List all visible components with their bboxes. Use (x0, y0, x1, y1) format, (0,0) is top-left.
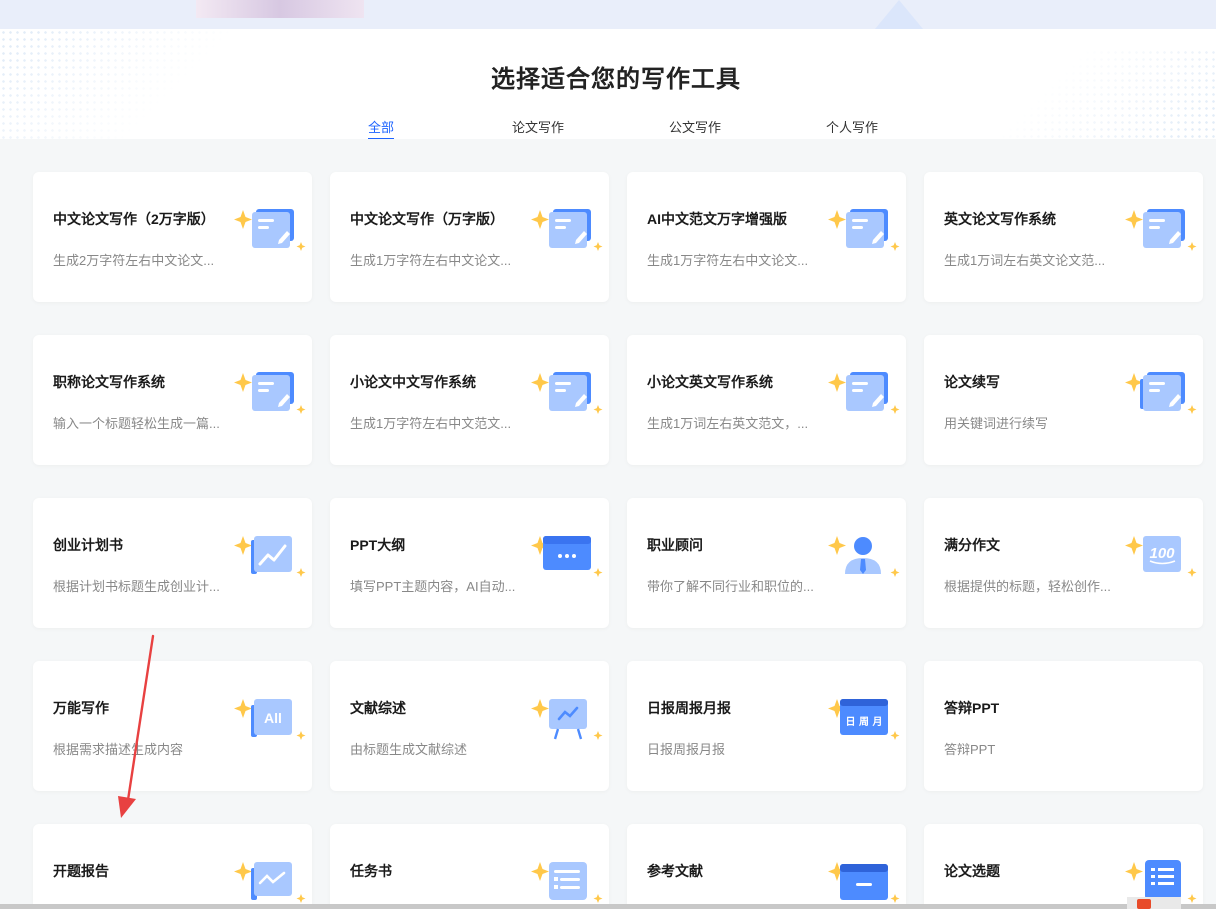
tool-card-description: 生成1万字符左右中文论文... (647, 253, 809, 268)
tool-card[interactable]: 万能写作根据需求描述生成内容 All (33, 661, 312, 791)
tool-card[interactable]: 职称论文写作系统输入一个标题轻松生成一篇... (33, 335, 312, 465)
tool-card[interactable]: 英文论文写作系统生成1万词左右英文论文范... (924, 172, 1203, 302)
score-100-icon: 100 (1092, 530, 1202, 580)
tool-card-title: 日报周报月报 (647, 700, 731, 716)
tool-card[interactable]: 文献综述由标题生成文献综述 (330, 661, 609, 791)
notebook-pen-icon (1092, 367, 1202, 417)
tool-card-description: 生成2万字符左右中文论文... (53, 253, 215, 268)
tab-thesis-writing[interactable]: 论文写作 (512, 117, 564, 136)
tool-card-title: 论文选题 (944, 863, 1000, 879)
tool-card-title: 满分作文 (944, 537, 1000, 553)
tool-card[interactable]: 中文论文写作（万字版） 生成1万字符左右中文论文... (330, 172, 609, 302)
tool-card[interactable]: 创业计划书根据计划书标题生成创业计... (33, 498, 312, 628)
tool-card-description: 带你了解不同行业和职位的... (647, 579, 814, 594)
slides-icon (498, 530, 608, 580)
checklist-icon (498, 856, 608, 906)
tool-card-description: 日报周报月报 (647, 742, 726, 757)
tool-card-title: 中文论文写作（2万字版） (53, 211, 215, 227)
corner-widget (1127, 897, 1181, 909)
tool-card-title: 职业顾问 (647, 537, 703, 553)
tool-card-title: 答辩PPT (944, 700, 1000, 716)
tool-card-title: 文献综述 (350, 700, 406, 716)
tool-card-description: 根据提供的标题，轻松创作... (944, 579, 1111, 594)
tool-card-title: 英文论文写作系统 (944, 211, 1056, 227)
doc-pen-icon (795, 367, 905, 417)
report-chart-icon (201, 856, 311, 906)
tool-card-title: 小论文英文写作系统 (647, 374, 773, 390)
tool-card-description: 输入一个标题轻松生成一篇... (53, 416, 220, 431)
tool-card[interactable]: AI中文范文万字增强版生成1万字符左右中文论文... (627, 172, 906, 302)
tool-card-description: 根据计划书标题生成创业计... (53, 579, 220, 594)
tool-card[interactable]: 中文论文写作（2万字版） 生成2万字符左右中文论文... (33, 172, 312, 302)
tool-card[interactable]: 日报周报月报 日报周报月报日 周 月 (627, 661, 906, 791)
trend-chart-icon (201, 530, 311, 580)
tool-card-description: 由标题生成文献综述 (350, 742, 468, 757)
tab-personal-writing[interactable]: 个人写作 (826, 117, 878, 136)
doc-pen-icon (795, 204, 905, 254)
tool-card[interactable]: 任务书 (330, 824, 609, 909)
all-badge-icon: All (201, 693, 311, 743)
tab-all[interactable]: 全部 (368, 117, 395, 139)
top-banner (0, 0, 1216, 29)
tool-card-title: 任务书 (350, 863, 392, 879)
tool-card-description: 生成1万字符左右中文范文... (350, 416, 512, 431)
doc-pen-icon (498, 204, 608, 254)
svg-text:100: 100 (1149, 545, 1175, 562)
banner-decoration (875, 0, 923, 29)
doc-pen-icon (498, 367, 608, 417)
svg-text:All: All (264, 710, 282, 726)
tool-card-title: PPT大纲 (350, 537, 406, 553)
calendar-icon: 日 周 月 (795, 693, 905, 743)
tool-card-title: 论文续写 (944, 374, 1000, 390)
app-logo-icon (1137, 899, 1151, 909)
tool-card-title: 参考文献 (647, 863, 703, 879)
tool-card[interactable]: 论文续写用关键词进行续写 (924, 335, 1203, 465)
tool-card[interactable]: 满分作文根据提供的标题，轻松创作... 100 (924, 498, 1203, 628)
tool-card-title: 中文论文写作（万字版） (350, 211, 504, 227)
tool-card[interactable]: 小论文英文写作系统生成1万词左右英文范文，... (627, 335, 906, 465)
tool-card[interactable]: PPT大纲填写PPT主题内容，AI自动... (330, 498, 609, 628)
category-tabs: 全部 论文写作 公文写作 个人写作 (0, 117, 1216, 139)
tool-card-description: 生成1万词左右英文论文范... (944, 253, 1106, 268)
tool-card-title: 职称论文写作系统 (53, 374, 165, 390)
svg-text:日 周 月: 日 周 月 (846, 716, 883, 728)
tool-header: 选择适合您的写作工具 全部 论文写作 公文写作 个人写作 (0, 29, 1216, 139)
folder-icon (795, 856, 905, 906)
tool-card[interactable]: 职业顾问带你了解不同行业和职位的... (627, 498, 906, 628)
tool-card-description: 填写PPT主题内容，AI自动... (350, 579, 516, 594)
tool-card-description: 生成1万词左右英文范文，... (647, 416, 809, 431)
tool-card-description: 生成1万字符左右中文论文... (350, 253, 512, 268)
tool-card-title: 创业计划书 (53, 537, 123, 553)
tool-card-description: 答辩PPT (944, 742, 996, 757)
page-title: 选择适合您的写作工具 (491, 66, 741, 93)
banner-image (196, 0, 364, 18)
doc-pen-icon (1092, 204, 1202, 254)
tab-official-writing[interactable]: 公文写作 (669, 117, 721, 136)
easel-chart-icon (498, 693, 608, 743)
browser-bottom-bar (0, 904, 1216, 909)
doc-pen-icon (201, 367, 311, 417)
tool-card[interactable]: 答辩PPT 答辩PPT (924, 661, 1203, 791)
tool-card[interactable]: 开题报告 (33, 824, 312, 909)
tool-card[interactable]: 小论文中文写作系统生成1万字符左右中文范文... (330, 335, 609, 465)
person-tie-icon (795, 530, 905, 580)
tool-card-title: 万能写作 (53, 700, 109, 716)
tool-card-title: 小论文中文写作系统 (350, 374, 476, 390)
tool-card-title: 开题报告 (53, 863, 109, 879)
tool-card[interactable]: 参考文献 (627, 824, 906, 909)
doc-pen-icon (201, 204, 311, 254)
tool-card-description: 用关键词进行续写 (944, 416, 1049, 431)
tool-card-description: 根据需求描述生成内容 (53, 742, 184, 757)
tool-card-title: AI中文范文万字增强版 (647, 211, 787, 227)
